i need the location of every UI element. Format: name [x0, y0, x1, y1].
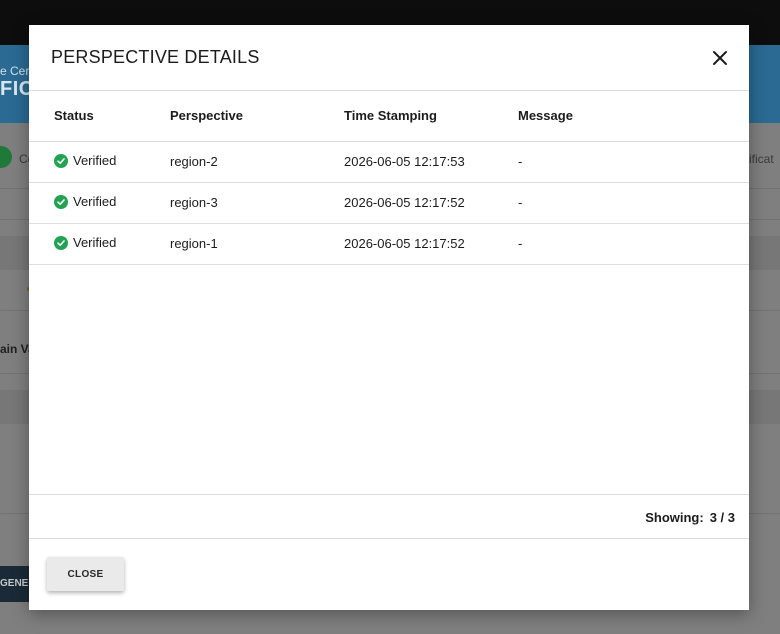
message-cell: - [518, 154, 523, 169]
message-cell: - [518, 236, 523, 251]
dialog-header: PERSPECTIVE DETAILS [29, 25, 749, 91]
table-row: Verified region-2 2026-06-05 12:17:53 - [29, 142, 749, 183]
column-header-perspective: Perspective [170, 108, 243, 123]
perspective-table: Status Perspective Time Stamping Message… [29, 91, 749, 265]
perspective-details-dialog: PERSPECTIVE DETAILS Status Perspective T… [29, 25, 749, 610]
actions-divider [29, 538, 749, 539]
time-stamping-cell: 2026-06-05 12:17:52 [344, 236, 465, 251]
table-row: Verified region-3 2026-06-05 12:17:52 - [29, 183, 749, 224]
perspective-cell: region-2 [170, 154, 218, 169]
showing-count: 3 / 3 [709, 510, 735, 525]
check-circle-icon [54, 235, 68, 250]
column-header-time-stamping: Time Stamping [344, 108, 437, 123]
table-header: Status Perspective Time Stamping Message [29, 91, 749, 142]
time-stamping-cell: 2026-06-05 12:17:53 [344, 154, 465, 169]
column-header-message: Message [518, 108, 573, 123]
perspective-cell: region-3 [170, 195, 218, 210]
status-label: Verified [73, 194, 117, 209]
showing-label: Showing: [645, 510, 704, 525]
close-icon[interactable] [711, 49, 729, 67]
status-cell: Verified [54, 235, 116, 250]
perspective-cell: region-1 [170, 236, 218, 251]
background-row-text-right: ificat [749, 152, 774, 166]
time-stamping-cell: 2026-06-05 12:17:52 [344, 195, 465, 210]
check-circle-icon [54, 194, 68, 209]
close-button[interactable]: CLOSE [47, 557, 124, 591]
status-label: Verified [73, 235, 117, 250]
column-header-status: Status [54, 108, 94, 123]
status-cell: Verified [54, 194, 116, 209]
table-row: Verified region-1 2026-06-05 12:17:52 - [29, 224, 749, 265]
footer-divider [29, 494, 749, 495]
background-header-subtitle: e Cer [0, 64, 30, 78]
dialog-title: PERSPECTIVE DETAILS [51, 47, 260, 67]
check-circle-icon [54, 153, 68, 168]
pagination-summary: Showing: 3 / 3 [645, 510, 735, 525]
message-cell: - [518, 195, 523, 210]
status-label: Verified [73, 153, 117, 168]
status-cell: Verified [54, 153, 116, 168]
